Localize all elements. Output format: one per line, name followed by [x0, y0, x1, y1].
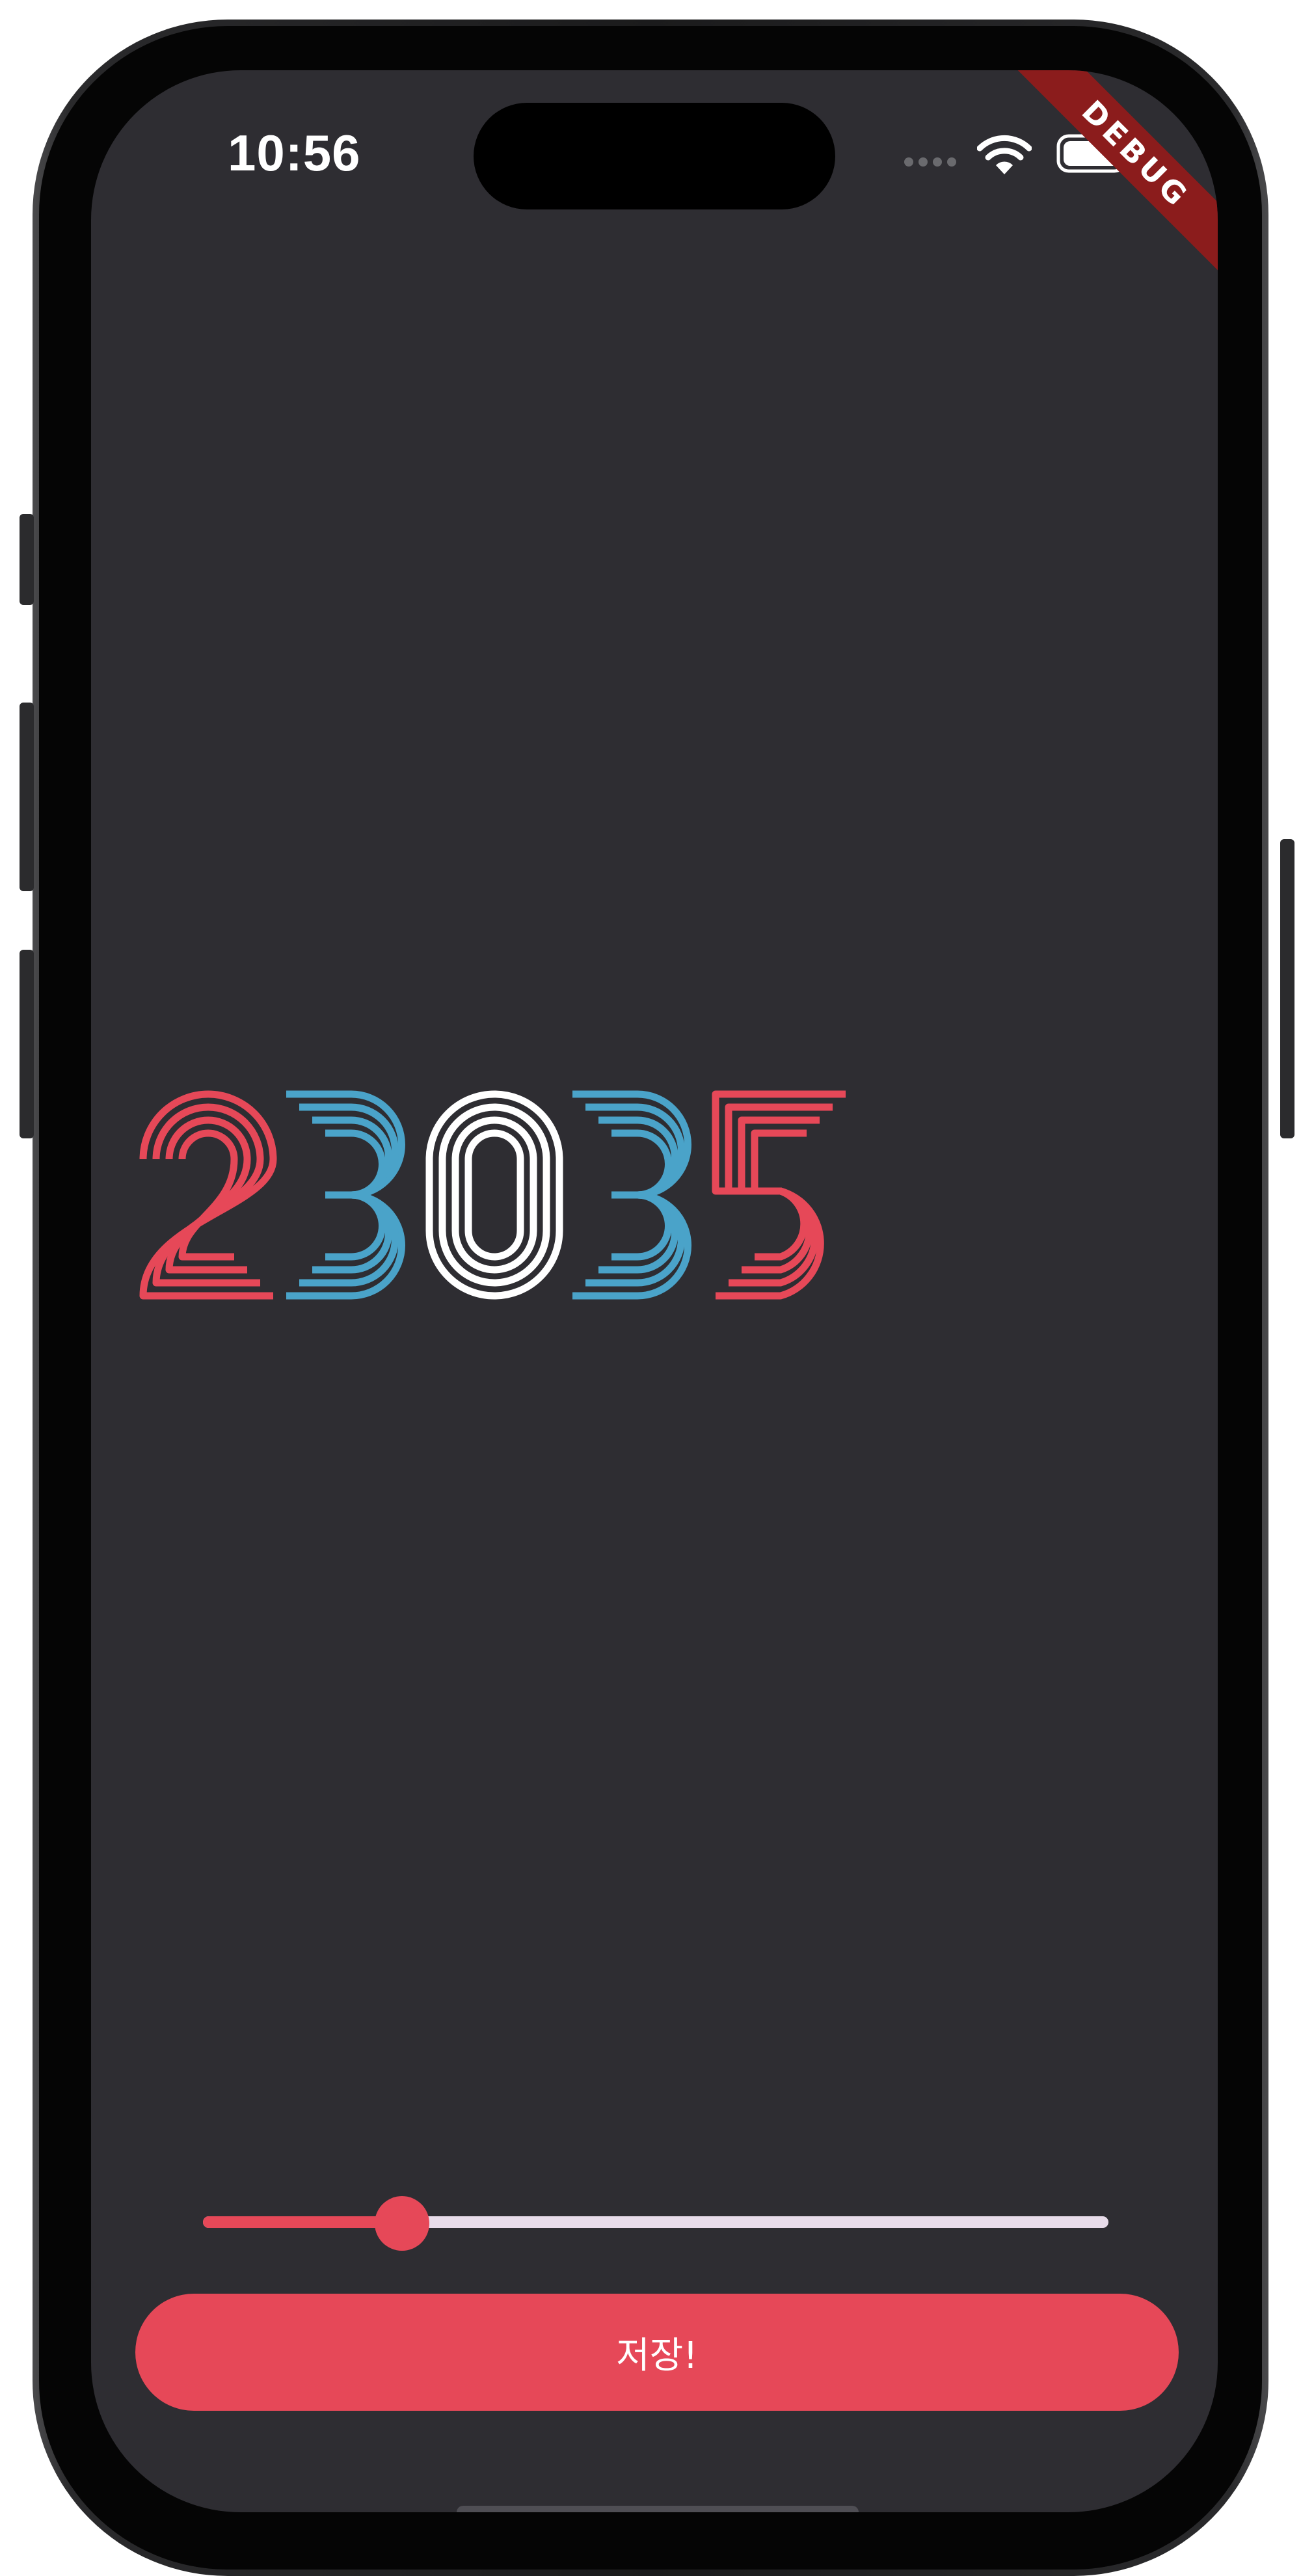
- number-display: [139, 1090, 846, 1300]
- action-button: [20, 514, 34, 605]
- power-button: [1280, 839, 1294, 1138]
- digit-3: [425, 1090, 563, 1300]
- home-indicator: [457, 2506, 859, 2512]
- status-time: 10:56: [228, 124, 361, 181]
- save-button-label: 저장!: [616, 2334, 698, 2377]
- digit-2: [286, 1090, 405, 1300]
- digit-1: [139, 1090, 277, 1300]
- dynamic-island: [474, 103, 835, 209]
- signal-dots-icon: [904, 157, 956, 167]
- slider-thumb[interactable]: [375, 2196, 430, 2251]
- app-screen: 10:56 DEBUG 저장!: [91, 70, 1218, 2512]
- digit-4: [572, 1090, 691, 1300]
- wifi-icon: [977, 135, 1032, 174]
- digit-5: [712, 1090, 846, 1300]
- save-button[interactable]: 저장!: [135, 2294, 1179, 2411]
- value-slider[interactable]: [203, 2196, 1108, 2251]
- slider-active-track: [203, 2216, 403, 2228]
- volume-down-button: [20, 950, 34, 1138]
- volume-up-button: [20, 703, 34, 891]
